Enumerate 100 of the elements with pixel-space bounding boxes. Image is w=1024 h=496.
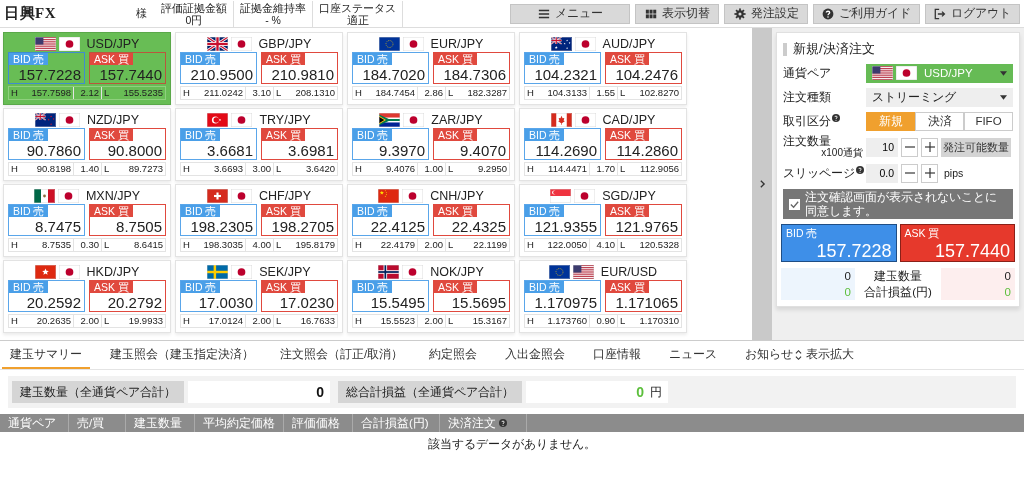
- ask-button[interactable]: ASK 買 20.2792: [89, 280, 166, 312]
- unit-label: 円: [650, 384, 662, 400]
- currency-tile[interactable]: MXN/JPY BID 売 8.7475 ASK 買 8.7505 H 8.7535 0.30 L 8.6415: [3, 184, 171, 257]
- currency-tile[interactable]: ZAR/JPY BID 売 9.3970 ASK 買 9.4070 H 9.4076 1.00 L 9.2950: [347, 108, 515, 181]
- bid-button[interactable]: BID 売 17.0030: [180, 280, 257, 312]
- ask-button[interactable]: ASK 買 17.0230: [261, 280, 338, 312]
- expand-button[interactable]: 表示拡大: [802, 341, 859, 369]
- tab[interactable]: 注文照会（訂正/取消）: [272, 341, 412, 369]
- slippage-input[interactable]: 0.0: [866, 163, 898, 183]
- low-value: 89.7273: [127, 163, 164, 175]
- ask-button[interactable]: ASK 買 210.9810: [261, 52, 338, 84]
- ask-button[interactable]: ASK 買 9.4070: [433, 128, 510, 160]
- plus-button[interactable]: [921, 137, 938, 157]
- ask-button[interactable]: ASK 買 90.8000: [89, 128, 166, 160]
- currency-tile[interactable]: EUR/JPY BID 売 184.7020 ASK 買 184.7306 H 184.7454 2.86 L 182.3287: [347, 32, 515, 105]
- ask-button[interactable]: ASK 買 1.171065: [605, 280, 682, 312]
- low-value: 8.6415: [132, 239, 164, 251]
- currency-tile[interactable]: SGD/JPY BID 売 121.9355 ASK 買 121.9765 H 122.0050 4.10 L 120.5328: [519, 184, 687, 257]
- total-label: 建玉数量（全通貨ペア合計）: [12, 381, 184, 403]
- currency-tile[interactable]: NOK/JPY BID 売 15.5495 ASK 買 15.5695 H 15.5523 2.00 L 15.3167: [347, 260, 515, 333]
- bid-button[interactable]: BID 売 157.7228: [8, 52, 85, 84]
- pair-name: SEK/JPY: [259, 264, 311, 279]
- bid-button[interactable]: BID 売 9.3970: [352, 128, 429, 160]
- pair-name: EUR/USD: [600, 264, 658, 279]
- low-label: L: [445, 163, 457, 175]
- low-value: 195.8179: [294, 239, 336, 251]
- tab[interactable]: 建玉照会（建玉指定決済）: [102, 341, 262, 369]
- bid-button[interactable]: BID 売 22.4125: [352, 204, 429, 236]
- tab[interactable]: 口座情報: [585, 341, 650, 369]
- bid-price: 3.6681: [207, 142, 254, 159]
- bid-button[interactable]: BID 売 184.7020: [352, 52, 429, 84]
- tab[interactable]: お知らせ: [737, 341, 802, 369]
- currency-tile[interactable]: CNH/JPY BID 売 22.4125 ASK 買 22.4325 H 22.4179 2.00 L 22.1199: [347, 184, 515, 257]
- bid-button[interactable]: BID 売 90.7860: [8, 128, 85, 160]
- high-label: H: [526, 163, 535, 175]
- tab[interactable]: 入出金照会: [497, 341, 574, 369]
- currency-tile[interactable]: GBP/JPY BID 売 210.9500 ASK 買 210.9810 H 211.0242 3.10 L 208.1310: [175, 32, 343, 105]
- tab[interactable]: ニュース: [661, 341, 726, 369]
- ask-button[interactable]: ASK 買 121.9765: [605, 204, 682, 236]
- currency-tile[interactable]: EUR/USD BID 売 1.170975 ASK 買 1.171065 H 1.173760 0.90 L 1.170310: [519, 260, 687, 333]
- field-label: 取引区分: [783, 113, 831, 129]
- bid-button[interactable]: BID 売 210.9500: [180, 52, 257, 84]
- minus-button[interactable]: [901, 163, 918, 183]
- tab[interactable]: 約定照会: [421, 341, 486, 369]
- ask-button[interactable]: ASK 買 114.2860: [605, 128, 682, 160]
- menu-button[interactable]: メニュー: [510, 3, 630, 24]
- bid-button[interactable]: BID 売 121.9355: [524, 204, 601, 236]
- currency-tile[interactable]: CHF/JPY BID 売 198.2305 ASK 買 198.2705 H 198.3035 4.00 L 195.8179: [175, 184, 343, 257]
- checkbox[interactable]: [789, 198, 800, 210]
- stat-value: - %: [265, 13, 281, 26]
- segment-option[interactable]: FIFO: [964, 111, 1013, 131]
- currency-tile[interactable]: TRY/JPY BID 売 3.6681 ASK 買 3.6981 H 3.6693 3.00 L 3.6420: [175, 108, 343, 181]
- bid-button[interactable]: BID 売 3.6681: [180, 128, 257, 160]
- max-quantity-button[interactable]: 発注可能数量: [941, 137, 1011, 157]
- ask-button[interactable]: ASK 買 198.2705: [261, 204, 338, 236]
- currency-tile[interactable]: CAD/JPY BID 売 114.2690 ASK 買 114.2860 H 114.4471 1.70 L 112.9056: [519, 108, 687, 181]
- currency-tile[interactable]: AUD/JPY BID 売 104.2321 ASK 買 104.2476 H 104.3133 1.55 L 102.8270: [519, 32, 687, 105]
- low-label: L: [273, 315, 285, 327]
- currency-tile[interactable]: USD/JPY BID 売 157.7228 ASK 買 157.7440 H 157.7598 2.12 L 155.5235: [3, 32, 171, 105]
- ask-button[interactable]: ASK 買 8.7505: [89, 204, 166, 236]
- view-toggle-button[interactable]: 表示切替: [635, 3, 719, 24]
- bid-button[interactable]: BID 売 114.2690: [524, 128, 601, 160]
- plus-button[interactable]: [921, 163, 938, 183]
- help-icon[interactable]: [832, 113, 840, 122]
- ask-button[interactable]: ASK 買 157.7440: [89, 52, 166, 84]
- ask-order-button[interactable]: ASK 買 157.7440: [899, 224, 1015, 262]
- ask-button[interactable]: ASK 買 3.6981: [261, 128, 338, 160]
- help-icon[interactable]: [499, 419, 507, 427]
- help-icon[interactable]: [856, 165, 864, 174]
- ask-button[interactable]: ASK 買 184.7306: [433, 52, 510, 84]
- bid-label: BID 売: [786, 227, 818, 241]
- quantity-input[interactable]: 10: [866, 137, 898, 157]
- order-type-dropdown[interactable]: ストリーミング: [866, 87, 1013, 107]
- bid-button[interactable]: BID 売 198.2305: [180, 204, 257, 236]
- bid-button[interactable]: BID 売 1.170975: [524, 280, 601, 312]
- pair-name: ZAR/JPY: [431, 112, 483, 127]
- ask-price: 157.7440: [99, 66, 163, 83]
- bid-button[interactable]: BID 売 20.2592: [8, 280, 85, 312]
- logout-button[interactable]: ログアウト: [925, 3, 1020, 24]
- bid-price: 157.7228: [816, 241, 892, 261]
- spread-value: 2.00: [417, 315, 445, 327]
- currency-tile[interactable]: SEK/JPY BID 売 17.0030 ASK 買 17.0230 H 17.0124 2.00 L 16.7633: [175, 260, 343, 333]
- flag-icon: [548, 264, 570, 279]
- up-down-icon[interactable]: [795, 349, 803, 361]
- minus-button[interactable]: [901, 137, 918, 157]
- ask-label: ASK 買: [606, 53, 649, 65]
- bid-button[interactable]: BID 売 104.2321: [524, 52, 601, 84]
- currency-tile[interactable]: HKD/JPY BID 売 20.2592 ASK 買 20.2792 H 20.2635 2.00 L 19.9933: [3, 260, 171, 333]
- bid-price: 22.4125: [370, 218, 426, 235]
- tab[interactable]: 建玉サマリー: [2, 341, 90, 369]
- bid-button[interactable]: BID 売 8.7475: [8, 204, 85, 236]
- currency-tile[interactable]: NZD/JPY BID 売 90.7860 ASK 買 90.8000 H 90.8198 1.40 L 89.7273: [3, 108, 171, 181]
- ask-button[interactable]: ASK 買 15.5695: [433, 280, 510, 312]
- help-button[interactable]: ご利用ガイド: [813, 3, 920, 24]
- bid-button[interactable]: BID 売 15.5495: [352, 280, 429, 312]
- settings-button[interactable]: 発注設定: [724, 3, 808, 24]
- ask-button[interactable]: ASK 買 22.4325: [433, 204, 510, 236]
- low-label: L: [445, 239, 457, 251]
- ask-button[interactable]: ASK 買 104.2476: [605, 52, 682, 84]
- segment-option[interactable]: 決済: [915, 111, 964, 131]
